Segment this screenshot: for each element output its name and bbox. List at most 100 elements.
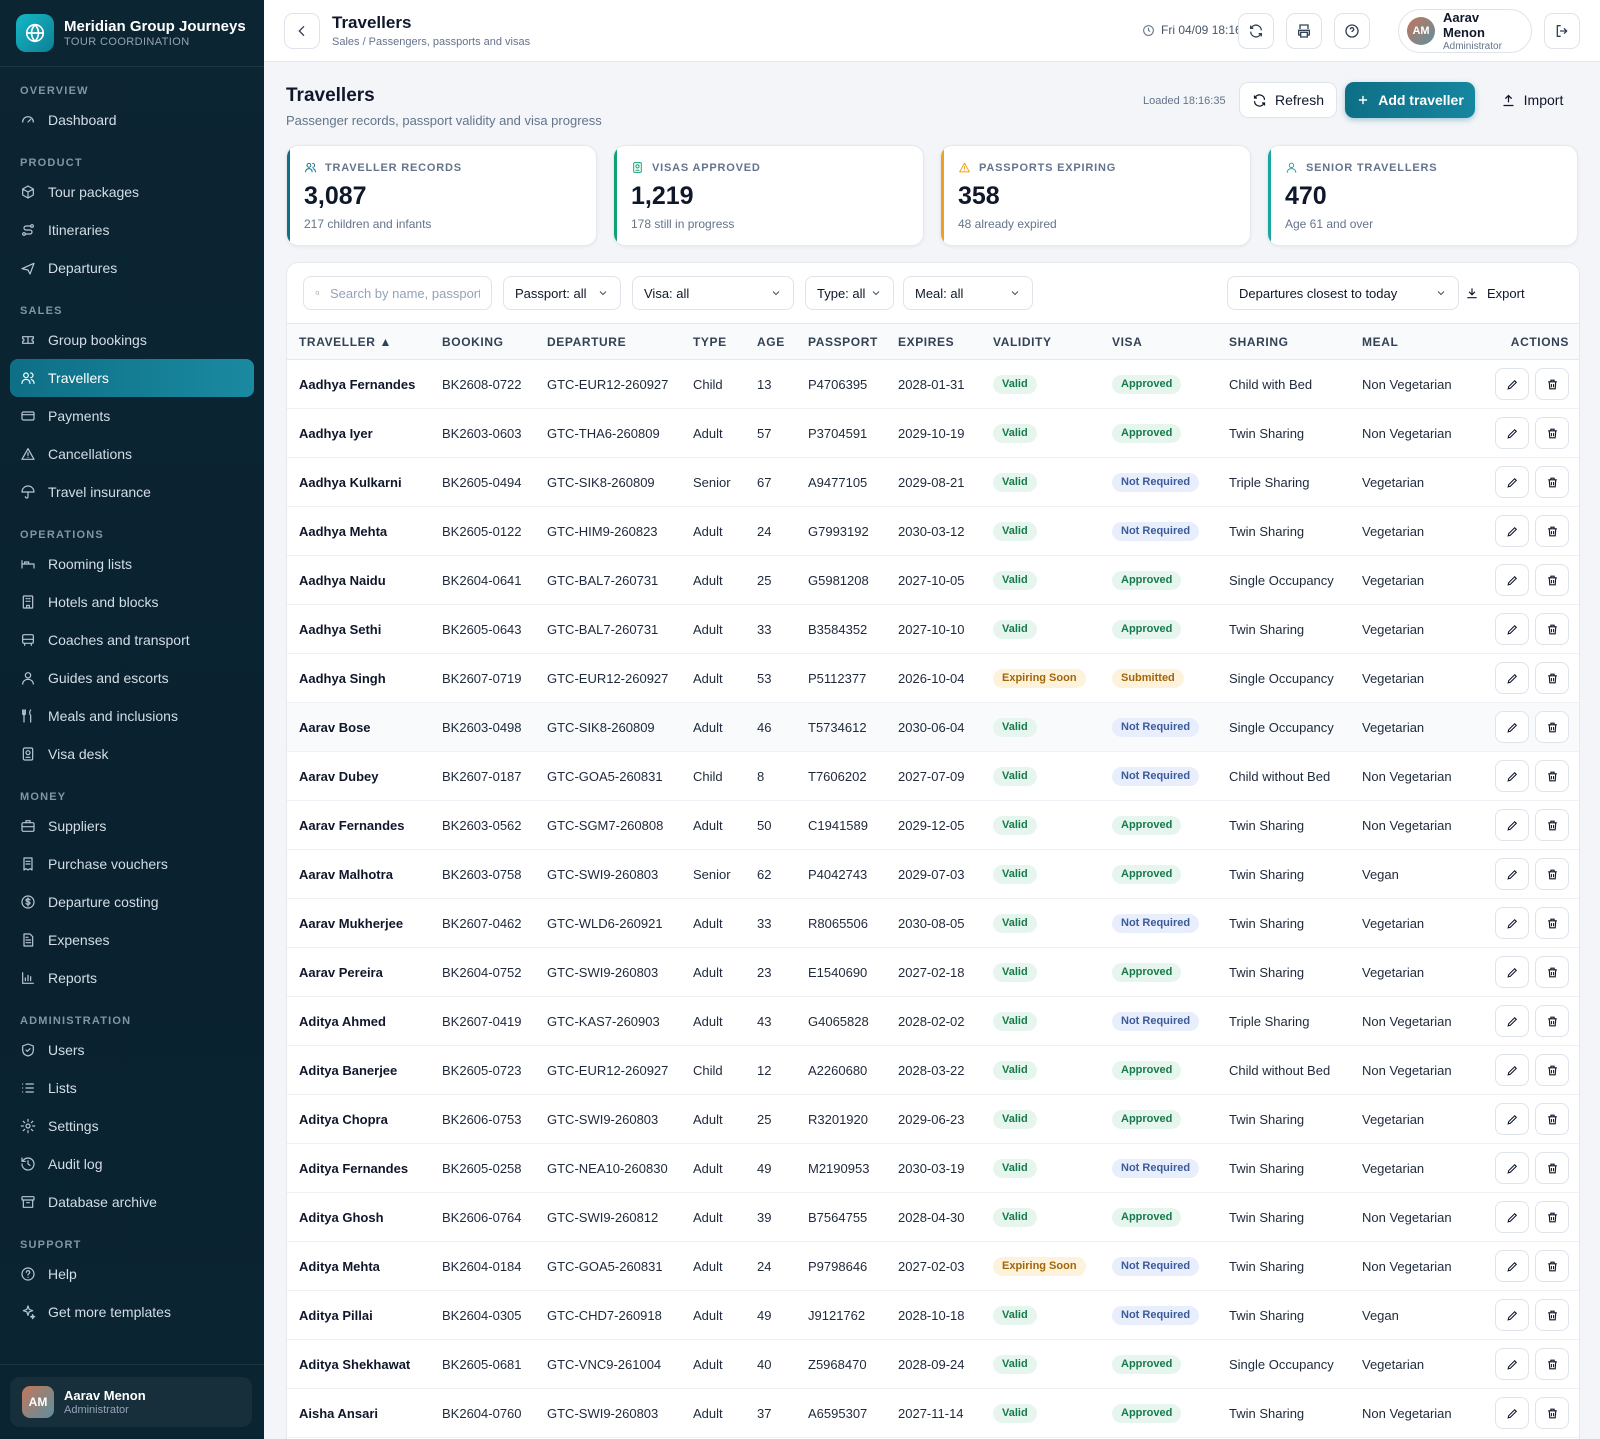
table-row[interactable]: Aditya Chopra BK2606-0753 GTC-SWI9-260803 A… [287, 1094, 1579, 1144]
sidebar-item-audit-log[interactable]: Audit log [10, 1145, 254, 1183]
delete-button[interactable] [1535, 1348, 1569, 1380]
delete-button[interactable] [1535, 760, 1569, 792]
import-button[interactable]: Import [1484, 82, 1580, 118]
delete-button[interactable] [1535, 711, 1569, 743]
delete-button[interactable] [1535, 368, 1569, 400]
sidebar-item-coaches-and-transport[interactable]: Coaches and transport [10, 621, 254, 659]
delete-button[interactable] [1535, 1201, 1569, 1233]
sidebar-item-reports[interactable]: Reports [10, 959, 254, 997]
sidebar-item-purchase-vouchers[interactable]: Purchase vouchers [10, 845, 254, 883]
delete-button[interactable] [1535, 1152, 1569, 1184]
sync-button[interactable] [1238, 13, 1274, 49]
edit-button[interactable] [1495, 1103, 1529, 1135]
table-row[interactable]: Aarav Mukherjee BK2607-0462 GTC-WLD6-26092… [287, 898, 1579, 948]
delete-button[interactable] [1535, 1299, 1569, 1331]
meal-filter[interactable]: Meal: all [903, 276, 1033, 310]
table-row[interactable]: Aadhya Sethi BK2605-0643 GTC-BAL7-260731 Ad… [287, 604, 1579, 654]
table-row[interactable]: Aadhya Mehta BK2605-0122 GTC-HIM9-260823 Ad… [287, 506, 1579, 556]
sidebar-user[interactable]: AM Aarav Menon Administrator [10, 1377, 252, 1427]
delete-button[interactable] [1535, 613, 1569, 645]
sidebar-item-lists[interactable]: Lists [10, 1069, 254, 1107]
delete-button[interactable] [1535, 466, 1569, 498]
delete-button[interactable] [1535, 1054, 1569, 1086]
sidebar-item-hotels-and-blocks[interactable]: Hotels and blocks [10, 583, 254, 621]
sidebar-item-dashboard[interactable]: Dashboard [10, 101, 254, 139]
edit-button[interactable] [1495, 956, 1529, 988]
edit-button[interactable] [1495, 858, 1529, 890]
sidebar-item-payments[interactable]: Payments [10, 397, 254, 435]
sidebar-item-guides-and-escorts[interactable]: Guides and escorts [10, 659, 254, 697]
table-row[interactable]: Aadhya Iyer BK2603-0603 GTC-THA6-260809 Adu… [287, 408, 1579, 458]
sidebar-item-settings[interactable]: Settings [10, 1107, 254, 1145]
sidebar-item-cancellations[interactable]: Cancellations [10, 435, 254, 473]
logout-button[interactable] [1544, 13, 1580, 49]
table-row[interactable]: Aditya Mehta BK2604-0184 GTC-GOA5-260831 Ad… [287, 1241, 1579, 1291]
sidebar-item-get-more-templates[interactable]: Get more templates [10, 1293, 254, 1331]
table-row[interactable]: Aadhya Singh BK2607-0719 GTC-EUR12-260927 A… [287, 653, 1579, 703]
edit-button[interactable] [1495, 515, 1529, 547]
sidebar-item-itineraries[interactable]: Itineraries [10, 211, 254, 249]
edit-button[interactable] [1495, 1299, 1529, 1331]
table-row[interactable]: Aditya Ghosh BK2606-0764 GTC-SWI9-260812 Ad… [287, 1192, 1579, 1242]
delete-button[interactable] [1535, 956, 1569, 988]
table-row[interactable]: Aisha Ansari BK2604-0760 GTC-SWI9-260803 Ad… [287, 1388, 1579, 1438]
back-button[interactable] [284, 13, 320, 49]
refresh-button[interactable]: Refresh [1239, 82, 1337, 118]
edit-button[interactable] [1495, 1348, 1529, 1380]
search-input[interactable] [330, 285, 480, 301]
table-row[interactable]: Aadhya Naidu BK2604-0641 GTC-BAL7-260731 Ad… [287, 555, 1579, 605]
help-button[interactable] [1334, 13, 1370, 49]
table-row[interactable]: Aadhya Kulkarni BK2605-0494 GTC-SIK8-26080… [287, 457, 1579, 507]
delete-button[interactable] [1535, 1103, 1569, 1135]
edit-button[interactable] [1495, 613, 1529, 645]
table-row[interactable]: Aarav Pereira BK2604-0752 GTC-SWI9-260803 A… [287, 947, 1579, 997]
table-row[interactable]: Aditya Fernandes BK2605-0258 GTC-NEA10-260… [287, 1143, 1579, 1193]
type-filter[interactable]: Type: all [805, 276, 894, 310]
user-menu[interactable]: AM Aarav Menon Administrator [1398, 9, 1532, 53]
brand[interactable]: Meridian Group Journeys TOUR COORDINATIO… [0, 0, 264, 67]
add-traveller-button[interactable]: Add traveller [1345, 82, 1475, 118]
delete-button[interactable] [1535, 907, 1569, 939]
sidebar-item-suppliers[interactable]: Suppliers [10, 807, 254, 845]
sidebar-item-expenses[interactable]: Expenses [10, 921, 254, 959]
table-row[interactable]: Aarav Bose BK2603-0498 GTC-SIK8-260809 Adul… [287, 702, 1579, 752]
edit-button[interactable] [1495, 907, 1529, 939]
sidebar-item-travel-insurance[interactable]: Travel insurance [10, 473, 254, 511]
table-row[interactable]: Aditya Shekhawat BK2605-0681 GTC-VNC9-2610… [287, 1339, 1579, 1389]
table-row[interactable]: Aarav Dubey BK2607-0187 GTC-GOA5-260831 Chi… [287, 751, 1579, 801]
edit-button[interactable] [1495, 1201, 1529, 1233]
sidebar-item-tour-packages[interactable]: Tour packages [10, 173, 254, 211]
column-header-traveller[interactable]: TRAVELLER ▲ [287, 323, 430, 360]
visa-filter[interactable]: Visa: all [632, 276, 794, 310]
sidebar-item-departure-costing[interactable]: Departure costing [10, 883, 254, 921]
sidebar-item-help[interactable]: Help [10, 1255, 254, 1293]
delete-button[interactable] [1535, 417, 1569, 449]
table-row[interactable]: Aditya Banerjee BK2605-0723 GTC-EUR12-2609… [287, 1045, 1579, 1095]
export-button[interactable]: Export [1465, 276, 1525, 310]
table-row[interactable]: Aarav Fernandes BK2603-0562 GTC-SGM7-26080… [287, 800, 1579, 850]
delete-button[interactable] [1535, 564, 1569, 596]
edit-button[interactable] [1495, 662, 1529, 694]
sidebar-item-meals-and-inclusions[interactable]: Meals and inclusions [10, 697, 254, 735]
table-row[interactable]: Aarav Malhotra BK2603-0758 GTC-SWI9-260803… [287, 849, 1579, 899]
sort-select[interactable]: Departures closest to today [1227, 276, 1459, 310]
delete-button[interactable] [1535, 1005, 1569, 1037]
sidebar-item-visa-desk[interactable]: Visa desk [10, 735, 254, 773]
delete-button[interactable] [1535, 515, 1569, 547]
edit-button[interactable] [1495, 417, 1529, 449]
sidebar-item-rooming-lists[interactable]: Rooming lists [10, 545, 254, 583]
table-row[interactable]: Aadhya Fernandes BK2608-0722 GTC-EUR12-260… [287, 359, 1579, 409]
delete-button[interactable] [1535, 1397, 1569, 1429]
passport-filter[interactable]: Passport: all [503, 276, 621, 310]
table-row[interactable]: Aditya Pillai BK2604-0305 GTC-CHD7-260918 A… [287, 1290, 1579, 1340]
sidebar-item-database-archive[interactable]: Database archive [10, 1183, 254, 1221]
edit-button[interactable] [1495, 711, 1529, 743]
edit-button[interactable] [1495, 564, 1529, 596]
edit-button[interactable] [1495, 1250, 1529, 1282]
delete-button[interactable] [1535, 1250, 1569, 1282]
sidebar-item-departures[interactable]: Departures [10, 249, 254, 287]
edit-button[interactable] [1495, 1152, 1529, 1184]
edit-button[interactable] [1495, 1005, 1529, 1037]
edit-button[interactable] [1495, 1397, 1529, 1429]
delete-button[interactable] [1535, 662, 1569, 694]
